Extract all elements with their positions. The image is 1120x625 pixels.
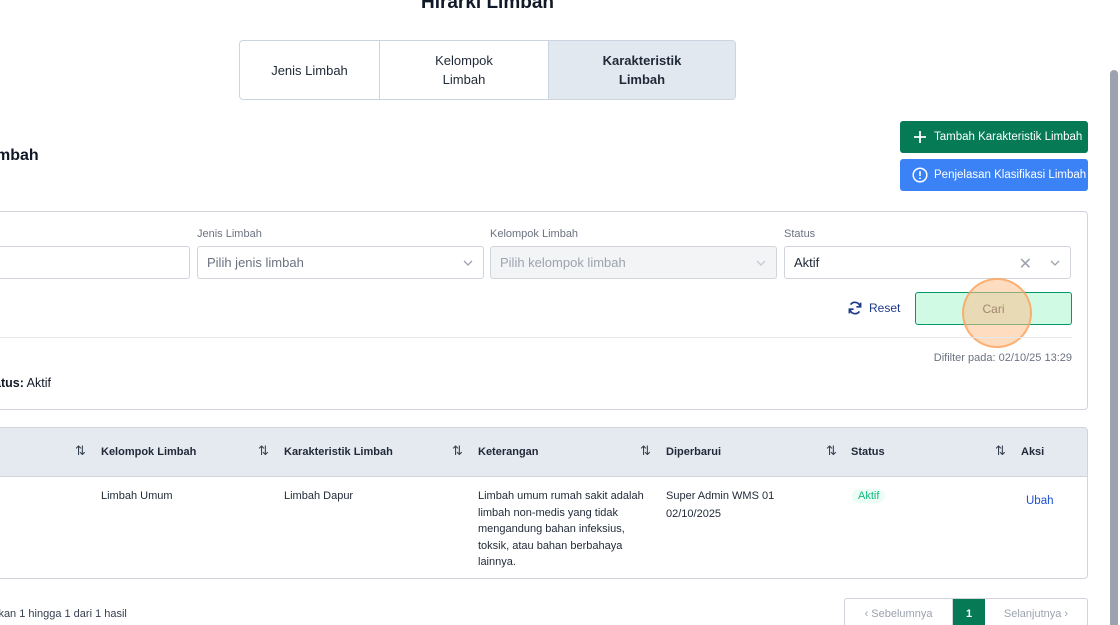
col-keterangan: Keterangan — [478, 446, 539, 458]
sort-icon[interactable]: ⇅ — [452, 443, 463, 459]
add-characteristic-button[interactable]: Tambah Karakteristik Limbah — [900, 121, 1088, 153]
page-1-button[interactable]: 1 — [953, 599, 985, 625]
sort-icon[interactable]: ⇅ — [826, 443, 837, 459]
sort-icon[interactable]: ⇅ — [995, 443, 1006, 459]
summary-value: Aktif — [26, 376, 51, 390]
sort-icon[interactable]: ⇅ — [258, 443, 269, 459]
classification-info-button[interactable]: Penjelasan Klasifikasi Limbah — [900, 159, 1088, 191]
pagination-info: lkan 1 hingga 1 dari 1 hasil — [0, 608, 127, 620]
jenis-limbah-select[interactable]: Pilih jenis limbah — [197, 246, 484, 279]
add-button-label: Tambah Karakteristik Limbah — [934, 131, 1083, 143]
plus-icon — [912, 129, 928, 145]
sort-icon[interactable]: ⇅ — [640, 443, 651, 459]
kelompok-limbah-select[interactable]: Pilih kelompok limbah — [490, 246, 777, 279]
tab-label: Jenis Limbah — [271, 62, 348, 78]
scrollbar-thumb[interactable] — [1110, 70, 1118, 625]
updated-by: Super Admin WMS 01 — [666, 490, 775, 502]
cell-karakteristik: Limbah Dapur — [284, 490, 354, 502]
tab-karakteristik-limbah[interactable]: Karakteristik Limbah — [549, 41, 735, 99]
sort-icon[interactable]: ⇅ — [75, 443, 86, 459]
cell-kelompok: Limbah Umum — [101, 490, 173, 502]
col-diperbarui: Diperbarui — [666, 446, 722, 458]
filter-label-kelompok: Kelompok Limbah — [490, 228, 579, 240]
search-button[interactable]: Cari — [915, 292, 1072, 325]
status-value: Aktif — [794, 255, 820, 270]
updated-date: 02/10/2025 — [666, 508, 722, 520]
search-input[interactable] — [0, 246, 190, 279]
tab-label: Kelompok Limbah — [435, 53, 493, 87]
pagination: ‹ Sebelumnya 1 Selanjutnya › — [844, 598, 1088, 625]
kelompok-placeholder: Pilih kelompok limbah — [500, 255, 626, 270]
status-badge: Aktif — [852, 489, 886, 503]
keterangan-line: mengandung bahan infeksius, — [478, 523, 625, 535]
keterangan-line: toksik, atau bahan berbahaya — [478, 539, 623, 552]
refresh-icon — [848, 301, 862, 315]
active-filter-summary: atus: Aktif — [0, 376, 51, 390]
col-kelompok: Kelompok Limbah — [101, 446, 197, 458]
col-status: Status — [851, 446, 885, 458]
page-title: Hirarki Limbah — [420, 0, 555, 13]
jenis-placeholder: Pilih jenis limbah — [207, 255, 304, 270]
keterangan-line: limbah non-medis yang tidak — [478, 506, 619, 519]
tab-jenis-limbah[interactable]: Jenis Limbah — [240, 41, 380, 99]
cell-diperbarui: Super Admin WMS 01 02/10/2025 — [666, 488, 774, 523]
keterangan-line: lainnya. — [478, 556, 516, 568]
chevron-down-icon — [1050, 260, 1060, 266]
edit-link[interactable]: Ubah — [1026, 495, 1054, 507]
cell-keterangan: Limbah umum rumah sakit adalah limbah no… — [478, 488, 658, 571]
tab-label: Karakteristik Limbah — [602, 53, 682, 87]
status-select[interactable]: Aktif ✕ — [784, 246, 1071, 279]
info-button-label: Penjelasan Klasifikasi Limbah — [934, 169, 1087, 181]
search-button-label: Cari — [982, 301, 1005, 316]
prev-page-button[interactable]: ‹ Sebelumnya — [845, 599, 953, 625]
filtered-at-text: Difilter pada: 02/10/25 13:29 — [933, 352, 1072, 364]
col-aksi: Aksi — [1021, 446, 1045, 458]
section-title: mbah — [0, 147, 39, 164]
chevron-down-icon — [463, 260, 473, 266]
data-table: ⇅ Kelompok Limbah ⇅ Karakteristik Limbah… — [0, 427, 1088, 579]
hierarchy-tabs: Jenis Limbah Kelompok Limbah Karakterist… — [239, 40, 736, 100]
filter-label-jenis: Jenis Limbah — [197, 228, 262, 240]
tab-kelompok-limbah[interactable]: Kelompok Limbah — [380, 41, 549, 99]
keterangan-line: Limbah umum rumah sakit adalah — [478, 490, 644, 502]
col-karakteristik: Karakteristik Limbah — [284, 446, 393, 458]
table-header: ⇅ Kelompok Limbah ⇅ Karakteristik Limbah… — [0, 428, 1087, 477]
filter-label-status: Status — [784, 228, 816, 240]
clear-icon[interactable]: ✕ — [1019, 254, 1032, 274]
reset-button[interactable]: Reset — [847, 298, 900, 318]
next-page-button[interactable]: Selanjutnya › — [985, 599, 1087, 625]
summary-key: atus: — [0, 376, 24, 390]
filter-divider — [0, 337, 1072, 338]
reset-label: Reset — [869, 301, 901, 315]
info-circle-icon — [912, 167, 928, 183]
chevron-down-icon — [756, 260, 766, 266]
